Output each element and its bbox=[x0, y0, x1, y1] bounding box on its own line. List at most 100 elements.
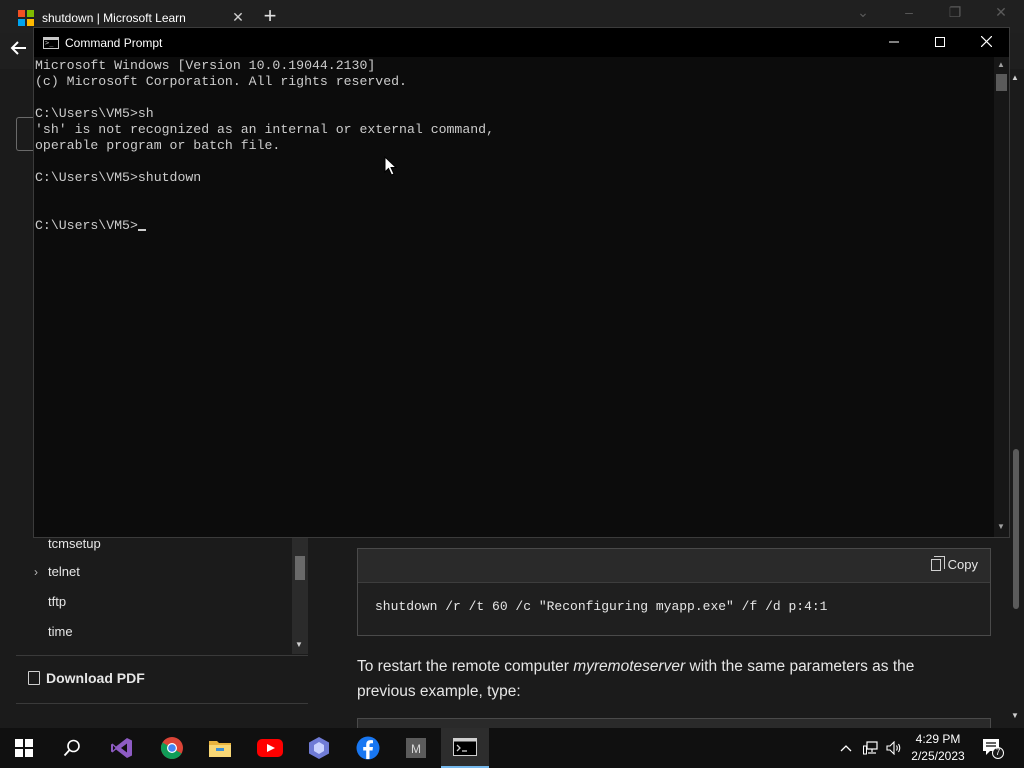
toc-item-label: time bbox=[48, 624, 73, 639]
code-block-header: Copy bbox=[358, 549, 990, 583]
search-icon bbox=[63, 739, 80, 757]
cmd-scrollbar[interactable]: ▲ ▼ bbox=[994, 57, 1009, 537]
network-button[interactable] bbox=[860, 728, 882, 768]
scroll-down-arrow-icon[interactable]: ▼ bbox=[295, 640, 303, 649]
code-block: Copy shutdown /r /t 60 /c "Reconfiguring… bbox=[357, 548, 991, 636]
minimize-icon bbox=[889, 41, 899, 43]
chevron-up-icon bbox=[840, 745, 852, 752]
app-hexagon-icon bbox=[309, 737, 329, 759]
toc-item-time[interactable]: time bbox=[16, 618, 292, 646]
command-prompt-icon[interactable] bbox=[43, 36, 59, 49]
minimize-button[interactable] bbox=[871, 28, 917, 57]
toc-scrollbar[interactable]: ▼ bbox=[292, 536, 308, 654]
tab-search-icon[interactable]: ⌄ bbox=[853, 4, 873, 21]
paragraph-emphasis: myremoteserver bbox=[573, 658, 686, 675]
terminal-line: C:\Users\VM5>shutdown bbox=[35, 170, 202, 185]
file-explorer-icon bbox=[209, 741, 231, 757]
start-button[interactable] bbox=[0, 728, 48, 768]
cmd-scrollbar-thumb[interactable] bbox=[996, 74, 1007, 91]
facebook-icon bbox=[356, 736, 380, 760]
terminal-line: 'sh' is not recognized as an internal or… bbox=[35, 122, 494, 137]
youtube-button[interactable] bbox=[246, 728, 294, 768]
terminal-line: operable program or batch file. bbox=[35, 138, 281, 153]
terminal-line: (c) Microsoft Corporation. All rights re… bbox=[35, 74, 407, 89]
chrome-icon bbox=[161, 737, 183, 759]
copy-button[interactable]: Copy bbox=[930, 555, 978, 572]
code-example: shutdown /r /t 60 /c "Reconfiguring myap… bbox=[375, 599, 828, 614]
page-scrollbar[interactable]: ▲ ▼ bbox=[1008, 69, 1024, 728]
chrome-button[interactable] bbox=[148, 728, 196, 768]
maximize-button[interactable] bbox=[917, 28, 963, 57]
youtube-icon bbox=[257, 739, 283, 757]
m-app-icon: M bbox=[406, 738, 426, 758]
toc-item-tftp[interactable]: tftp bbox=[16, 588, 292, 616]
search-button[interactable] bbox=[48, 728, 96, 768]
terminal-line: C:\Users\VM5>sh bbox=[35, 106, 154, 121]
toc-item-label: telnet bbox=[48, 564, 80, 579]
start-icon bbox=[15, 739, 33, 757]
close-button[interactable] bbox=[963, 28, 1009, 57]
back-arrow-icon[interactable] bbox=[10, 39, 28, 63]
paragraph-text: To restart the remote computer bbox=[357, 658, 574, 675]
page-scrollbar-thumb[interactable] bbox=[1013, 449, 1019, 609]
download-pdf-link[interactable]: Download PDF bbox=[28, 670, 145, 686]
browser-restore-icon[interactable]: ❐ bbox=[945, 4, 965, 21]
window-title: Command Prompt bbox=[65, 35, 163, 50]
copy-icon bbox=[930, 555, 945, 571]
scroll-down-arrow-icon[interactable]: ▼ bbox=[1011, 711, 1019, 720]
volume-icon bbox=[886, 741, 901, 755]
divider bbox=[16, 655, 308, 656]
close-icon bbox=[980, 35, 992, 48]
toc-scrollbar-thumb[interactable] bbox=[295, 556, 305, 580]
terminal-prompt: C:\Users\VM5> bbox=[35, 218, 138, 233]
m-app-button[interactable]: M bbox=[392, 728, 440, 768]
text-cursor bbox=[137, 229, 146, 231]
show-hidden-icons-button[interactable] bbox=[836, 728, 856, 768]
clock-date: 2/25/2023 bbox=[911, 749, 965, 763]
divider bbox=[16, 703, 308, 704]
notification-count: 7 bbox=[995, 747, 1001, 757]
taskbar-clock[interactable]: 4:29 PM 2/25/2023 bbox=[908, 731, 968, 765]
network-icon bbox=[863, 741, 878, 755]
maximize-icon bbox=[935, 37, 945, 47]
clock-time: 4:29 PM bbox=[915, 732, 961, 746]
toc-list: tcmsetup › telnet tftp time bbox=[16, 530, 308, 654]
volume-button[interactable] bbox=[883, 728, 905, 768]
toc-item-label: tcmsetup bbox=[48, 536, 101, 551]
page-paragraph: To restart the remote computer myremotes… bbox=[357, 654, 977, 704]
tab-title: shutdown | Microsoft Learn bbox=[42, 10, 186, 25]
terminal-line: Microsoft Windows [Version 10.0.19044.21… bbox=[35, 58, 376, 73]
command-prompt-window[interactable]: Command Prompt Microsoft Windows [Versio… bbox=[33, 27, 1010, 538]
svg-text:M: M bbox=[411, 742, 421, 756]
new-tab-button[interactable]: + bbox=[258, 4, 282, 28]
action-center-button[interactable]: 7 bbox=[980, 736, 1004, 760]
visual-studio-button[interactable] bbox=[98, 728, 146, 768]
cmd-title-bar[interactable]: Command Prompt bbox=[34, 28, 1009, 57]
scroll-down-arrow-icon[interactable]: ▼ bbox=[997, 522, 1005, 531]
chevron-right-icon[interactable]: › bbox=[34, 558, 38, 586]
file-explorer-button[interactable] bbox=[196, 728, 244, 768]
command-prompt-icon bbox=[453, 738, 477, 756]
copy-label: Copy bbox=[947, 557, 978, 572]
toc-item-telnet[interactable]: › telnet bbox=[16, 558, 292, 586]
scroll-up-arrow-icon[interactable]: ▲ bbox=[997, 60, 1005, 69]
toc-item-label: tftp bbox=[48, 594, 67, 609]
code-block bbox=[357, 718, 991, 728]
microsoft-logo-icon bbox=[18, 9, 34, 26]
facebook-button[interactable] bbox=[344, 728, 392, 768]
command-prompt-taskbar-button[interactable] bbox=[441, 728, 489, 768]
browser-close-icon[interactable]: ✕ bbox=[991, 4, 1011, 21]
tab-close-icon[interactable]: ✕ bbox=[228, 9, 248, 26]
taskbar: M 4:29 PM 2/25/2023 7 bbox=[0, 728, 1024, 768]
download-pdf-label: Download PDF bbox=[46, 670, 145, 686]
terminal-prompt-line[interactable]: C:\Users\VM5> bbox=[35, 218, 994, 234]
hexagon-app-button[interactable] bbox=[295, 728, 343, 768]
browser-minimize-icon[interactable]: – bbox=[899, 4, 919, 20]
terminal-output[interactable]: Microsoft Windows [Version 10.0.19044.21… bbox=[34, 57, 994, 537]
visual-studio-icon bbox=[111, 738, 132, 758]
scroll-up-arrow-icon[interactable]: ▲ bbox=[1011, 73, 1019, 82]
